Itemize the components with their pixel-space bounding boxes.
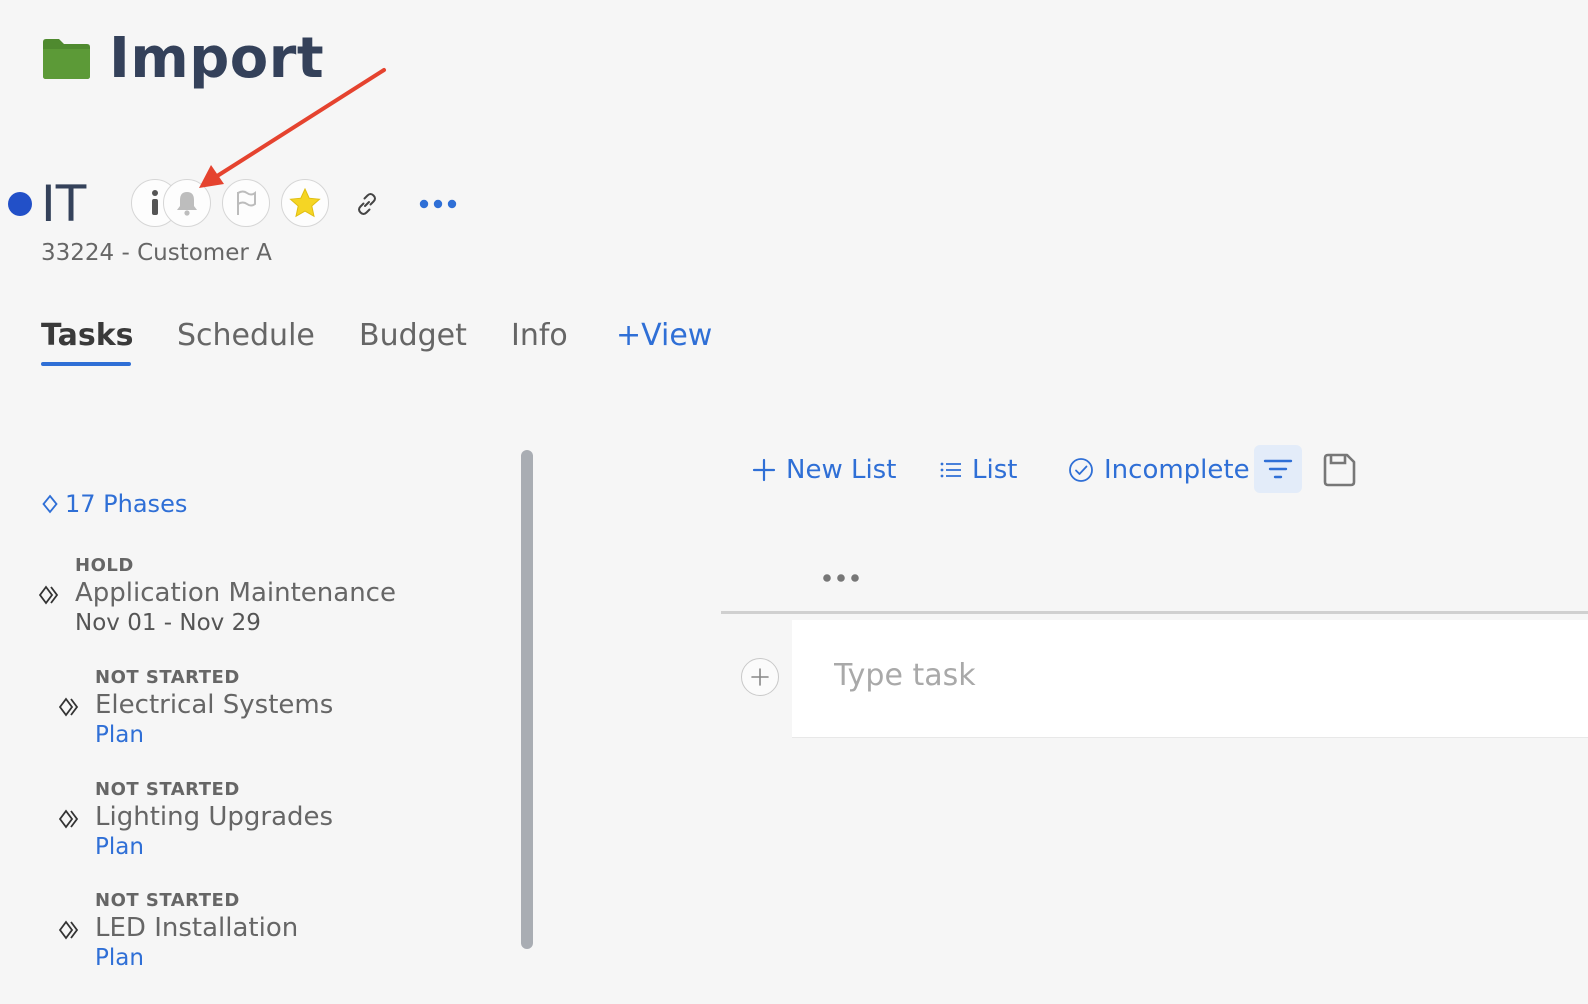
save-view-button[interactable] xyxy=(1318,449,1360,491)
task-input[interactable] xyxy=(834,658,1434,693)
save-icon xyxy=(1323,453,1356,487)
phases-header[interactable]: 17 Phases xyxy=(41,490,187,518)
phase-name[interactable]: Electrical Systems xyxy=(95,690,333,720)
phase-diamond-icon xyxy=(59,697,79,717)
phase-status: HOLD xyxy=(75,555,134,576)
phase-diamond-icon xyxy=(59,809,79,829)
plus-icon xyxy=(751,668,769,686)
list-options-button[interactable] xyxy=(820,568,862,588)
phase-plan-link[interactable]: Plan xyxy=(95,945,298,971)
copy-link-button[interactable] xyxy=(352,189,382,219)
phase-name[interactable]: Lighting Upgrades xyxy=(95,802,333,832)
completion-filter-button[interactable]: Incomplete xyxy=(1068,446,1250,494)
add-view-tab[interactable]: +View xyxy=(616,318,712,353)
phase-dates: Nov 01 - Nov 29 xyxy=(75,610,261,636)
plus-icon xyxy=(752,458,776,482)
list-divider xyxy=(721,611,1588,614)
completion-filter-label: Incomplete xyxy=(1104,455,1250,485)
notification-button[interactable] xyxy=(163,179,211,227)
phases-scrollbar[interactable] xyxy=(521,450,533,949)
phase-plan-link[interactable]: Plan xyxy=(95,834,333,860)
tab-tasks[interactable]: Tasks xyxy=(41,318,134,353)
project-subtitle: 33224 - Customer A xyxy=(41,240,272,266)
phase-name[interactable]: LED Installation xyxy=(95,913,298,943)
new-task-row xyxy=(792,620,1588,738)
folder-name: Import xyxy=(109,26,325,91)
more-options-button[interactable] xyxy=(418,189,458,219)
filter-button[interactable] xyxy=(1254,445,1302,493)
filter-icon xyxy=(1263,459,1293,479)
tab-info[interactable]: Info xyxy=(511,318,568,353)
folder-title: Import xyxy=(41,26,324,91)
info-icon xyxy=(152,190,158,215)
active-tab-indicator xyxy=(41,362,131,366)
view-mode-button[interactable]: List xyxy=(940,446,1017,494)
phase-name[interactable]: Application Maintenance xyxy=(75,578,396,608)
phase-status: NOT STARTED xyxy=(95,779,240,800)
more-icon xyxy=(419,199,457,209)
diamond-icon xyxy=(42,494,58,514)
phase-diamond-icon xyxy=(59,920,79,940)
new-list-label: New List xyxy=(786,455,897,485)
phase-item[interactable]: HOLD Application Maintenance Nov 01 - No… xyxy=(39,555,396,636)
phase-status: NOT STARTED xyxy=(95,667,240,688)
phase-item[interactable]: NOT STARTED Lighting Upgrades Plan xyxy=(59,779,333,860)
phase-item[interactable]: NOT STARTED Electrical Systems Plan xyxy=(59,667,333,748)
phase-status: NOT STARTED xyxy=(95,890,240,911)
phase-diamond-icon xyxy=(39,585,59,605)
new-list-button[interactable]: New List xyxy=(752,446,896,494)
add-task-button[interactable] xyxy=(741,658,779,696)
folder-icon xyxy=(43,38,90,79)
project-header: IT xyxy=(8,175,457,233)
project-status-dot[interactable] xyxy=(8,192,32,216)
flag-icon xyxy=(237,190,256,215)
link-icon xyxy=(358,193,376,215)
bell-icon xyxy=(177,192,197,216)
project-name: IT xyxy=(41,175,87,233)
more-icon xyxy=(823,574,859,582)
favorite-button[interactable] xyxy=(281,179,329,227)
star-icon xyxy=(289,188,321,218)
check-circle-icon xyxy=(1069,458,1093,482)
list-icon xyxy=(940,462,961,478)
phase-plan-link[interactable]: Plan xyxy=(95,722,333,748)
phases-count: 17 Phases xyxy=(65,490,188,518)
tab-schedule[interactable]: Schedule xyxy=(177,318,315,353)
tab-budget[interactable]: Budget xyxy=(359,318,467,353)
flag-button[interactable] xyxy=(222,179,270,227)
view-mode-label: List xyxy=(972,455,1018,485)
phase-item[interactable]: NOT STARTED LED Installation Plan xyxy=(59,890,298,971)
